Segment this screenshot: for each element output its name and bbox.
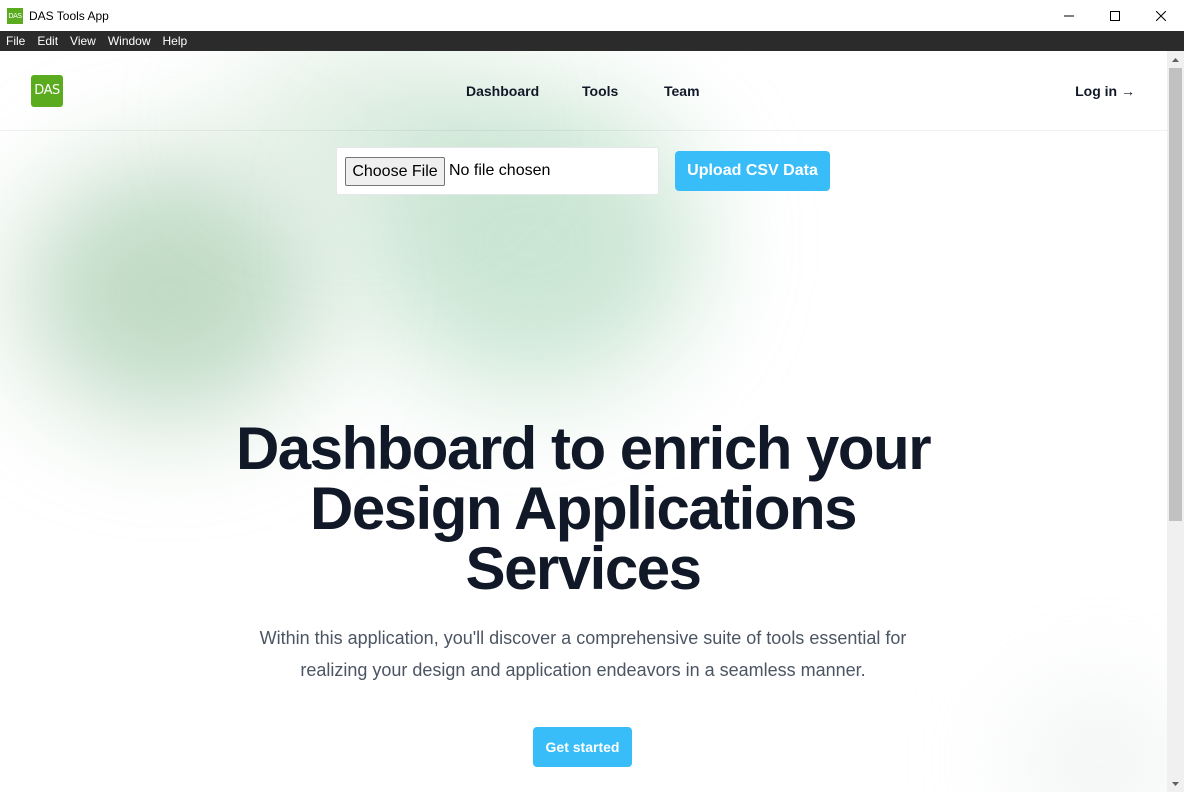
chevron-up-icon xyxy=(1172,57,1179,62)
minimize-icon xyxy=(1064,15,1074,16)
vertical-scrollbar[interactable] xyxy=(1167,51,1184,792)
menu-help[interactable]: Help xyxy=(157,31,194,51)
window-controls xyxy=(1046,0,1184,31)
app-icon: DAS xyxy=(7,7,23,24)
main-nav: Dashboard Tools Team xyxy=(0,81,1167,101)
hero-subtitle-line: realizing your design and application en… xyxy=(300,660,866,680)
menu-bar: File Edit View Window Help xyxy=(0,31,1184,51)
scroll-down-button[interactable] xyxy=(1167,775,1184,792)
get-started-button[interactable]: Get started xyxy=(533,727,632,767)
maximize-icon xyxy=(1110,10,1120,21)
title-bar: DAS DAS Tools App xyxy=(0,0,1184,31)
hero-title-line: Dashboard to enrich your xyxy=(235,415,932,482)
close-button[interactable] xyxy=(1138,0,1184,31)
background-glow xyxy=(1020,701,1167,792)
page-viewport: DAS Dashboard Tools Team Log in → Choose… xyxy=(0,51,1167,792)
close-icon xyxy=(1156,10,1166,21)
hero-title-line: Design Applications xyxy=(309,475,858,542)
hero-title-line: Services xyxy=(465,535,702,602)
nav-team[interactable]: Team xyxy=(664,81,700,101)
menu-window[interactable]: Window xyxy=(102,31,157,51)
hero-subtitle-line: Within this application, you'll discover… xyxy=(259,628,907,648)
nav-tools[interactable]: Tools xyxy=(582,81,618,101)
menu-edit[interactable]: Edit xyxy=(31,31,64,51)
scroll-up-button[interactable] xyxy=(1167,51,1184,68)
upload-form: Choose File No file chosen Upload CSV Da… xyxy=(336,147,836,195)
background-glow xyxy=(20,161,320,421)
file-input[interactable]: Choose File No file chosen xyxy=(336,147,659,195)
nav-dashboard[interactable]: Dashboard xyxy=(466,81,539,101)
file-status: No file chosen xyxy=(449,162,551,179)
site-header: DAS Dashboard Tools Team Log in → xyxy=(0,51,1167,131)
choose-file-button[interactable]: Choose File xyxy=(345,157,445,186)
login-link[interactable]: Log in → xyxy=(1075,81,1135,101)
upload-csv-button[interactable]: Upload CSV Data xyxy=(675,151,830,191)
menu-view[interactable]: View xyxy=(64,31,102,51)
hero-title: Dashboard to enrich your Design Applicat… xyxy=(183,419,983,599)
menu-file[interactable]: File xyxy=(0,31,31,51)
maximize-button[interactable] xyxy=(1092,0,1138,31)
window-title: DAS Tools App xyxy=(29,8,109,23)
chevron-down-icon xyxy=(1172,781,1179,786)
minimize-button[interactable] xyxy=(1046,0,1092,31)
scroll-thumb[interactable] xyxy=(1169,68,1182,521)
hero-subtitle: Within this application, you'll discover… xyxy=(233,622,933,686)
